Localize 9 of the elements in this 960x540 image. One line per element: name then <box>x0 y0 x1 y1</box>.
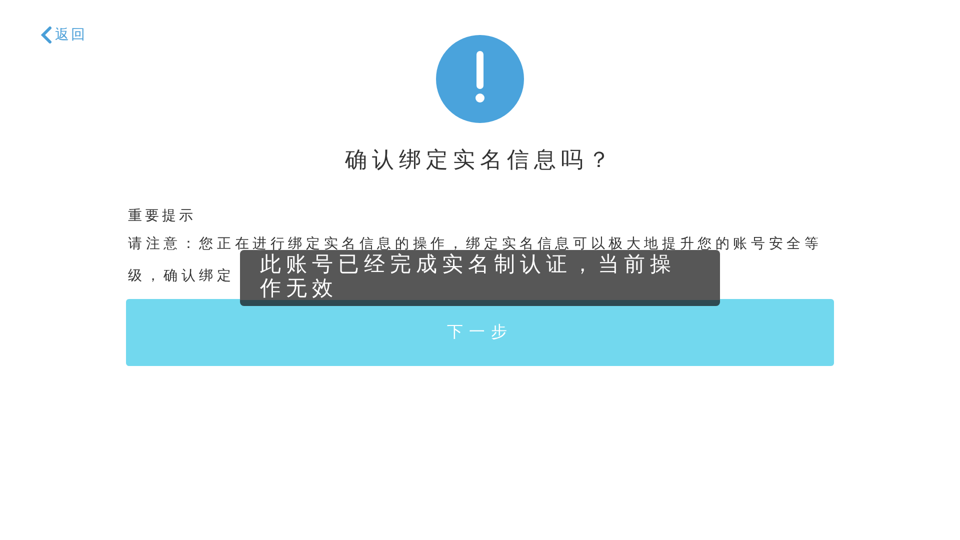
back-link[interactable]: 返回 <box>40 26 87 44</box>
exclamation-icon <box>436 35 524 123</box>
notice-text: 请注意：您正在进行绑定实名信息的操作，绑定实名信息可以极大地提升您的账号安全等 <box>128 235 822 253</box>
chevron-left-icon <box>40 26 52 44</box>
notice-text: 级，确认绑定 <box>128 267 235 286</box>
notice-heading: 重要提示 <box>128 207 197 225</box>
next-button[interactable]: 下一步 <box>126 299 834 366</box>
dialog-title: 确认绑定实名信息吗？ <box>345 147 615 175</box>
toast-message: 此账号已经完成实名制认证，当前操作无效 <box>240 250 720 306</box>
